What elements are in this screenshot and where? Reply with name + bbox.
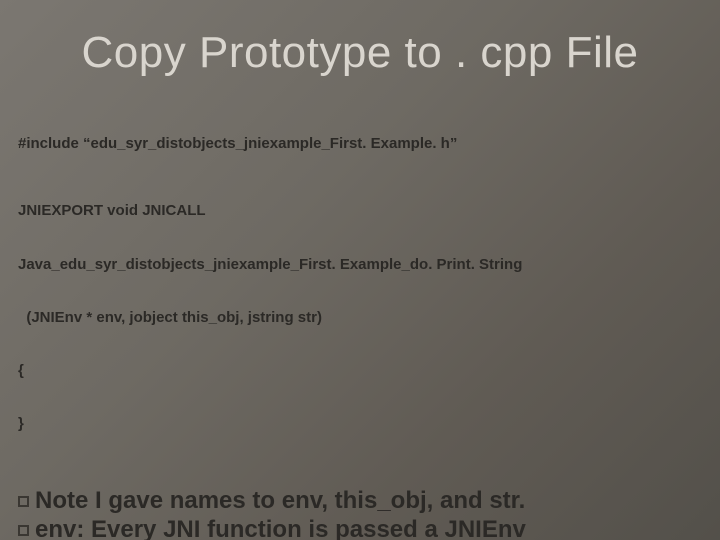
bullet-icon xyxy=(18,525,29,536)
code-line-4: { xyxy=(18,362,702,380)
note-text: env: Every JNI function is passed a JNIE… xyxy=(35,516,526,540)
include-line: #include “edu_syr_distobjects_jniexample… xyxy=(18,135,702,153)
code-line-1: JNIEXPORT void JNICALL xyxy=(18,202,702,220)
note-line: Note I gave names to env, this_obj, and … xyxy=(18,486,702,515)
code-line-5: } xyxy=(18,415,702,433)
bullet-icon xyxy=(18,496,29,507)
note-line: env: Every JNI function is passed a JNIE… xyxy=(18,515,702,540)
slide-title: Copy Prototype to . cpp File xyxy=(18,28,702,78)
note-text: Note I gave names to env, this_obj, and … xyxy=(35,487,525,514)
code-line-2: Java_edu_syr_distobjects_jniexample_Firs… xyxy=(18,256,702,274)
notes-block: Note I gave names to env, this_obj, and … xyxy=(18,486,702,540)
code-line-3: (JNIEnv * env, jobject this_obj, jstring… xyxy=(18,309,702,327)
code-block: #include “edu_syr_distobjects_jniexample… xyxy=(18,100,702,468)
slide: Copy Prototype to . cpp File #include “e… xyxy=(0,0,720,540)
